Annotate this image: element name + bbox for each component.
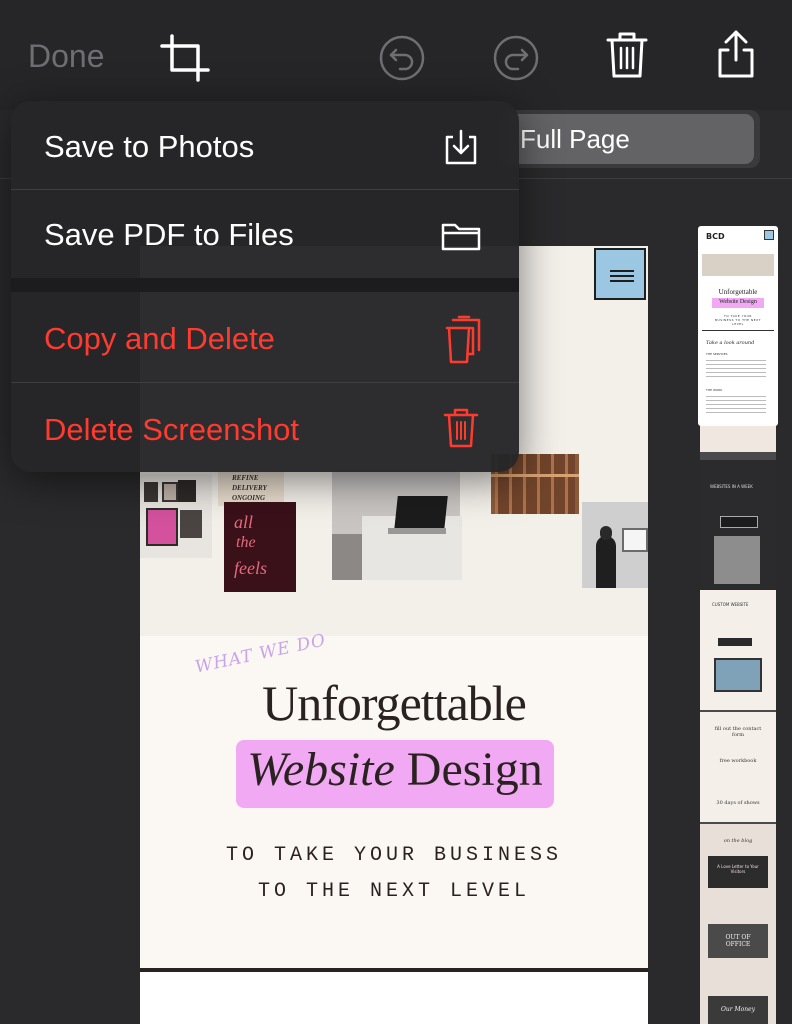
thumb-logo: BCD	[706, 232, 725, 241]
note-card-line-1: REFINE	[232, 474, 259, 482]
thumb-free: free workbook	[719, 758, 757, 764]
hamburger-menu-icon	[594, 248, 646, 300]
tagline-line-1: TO TAKE YOUR BUSINESS	[225, 844, 563, 867]
share-icon[interactable]	[714, 28, 758, 80]
note-card-photo: REFINE DELIVERY ONGOING	[218, 470, 284, 506]
trash-icon[interactable]	[604, 30, 650, 80]
thumb-post-3: Our Money	[720, 1006, 756, 1013]
thumb-websites-label: WEBSITES IN A WEEK	[710, 484, 753, 489]
thumb-headline: Unforgettable	[718, 288, 758, 296]
thumb-work: THE WORK	[706, 388, 723, 392]
current-thumbnail[interactable]: BCD Unforgettable Website Design TO TAKE…	[698, 226, 778, 426]
headline-design: Design	[406, 743, 543, 796]
headline-website-design: Website Design	[236, 742, 554, 797]
thumb-services: THE SERVICES	[706, 352, 728, 356]
neon-text-1: all	[234, 512, 254, 532]
neon-sign-photo: all the feels	[224, 502, 296, 592]
thumb-fill-out: fill out the contact form	[714, 726, 762, 738]
save-pdf-to-files-item[interactable]: Save PDF to Files	[11, 190, 519, 278]
thumb-post-1: A Love Letter to Your Visitors	[717, 864, 759, 874]
delete-screenshot-label: Delete Screenshot	[44, 412, 300, 447]
gallery-wall-photo	[140, 474, 212, 558]
thumb-tagline: TO TAKE YOUR BUSINESS TO THE NEXT LEVEL	[714, 314, 761, 326]
headline-unforgettable: Unforgettable	[262, 675, 527, 731]
copy-delete-icon	[445, 315, 481, 364]
thumb-days: 30 days of shows	[716, 800, 760, 806]
headline-website: Website	[247, 743, 395, 796]
redo-icon[interactable]	[492, 34, 540, 82]
copy-and-delete-label: Copy and Delete	[44, 321, 275, 356]
neon-text-2: the	[236, 534, 256, 551]
done-button[interactable]: Done	[28, 38, 105, 75]
thumb-headline-2: Website Design	[719, 299, 757, 305]
save-to-photos-item[interactable]: Save to Photos	[11, 101, 519, 189]
what-we-do-kicker: WHAT WE DO	[193, 630, 328, 678]
thumb-blog: on the blog	[723, 838, 753, 844]
tagline-line-2: TO THE NEXT LEVEL	[257, 880, 531, 903]
folder-icon	[441, 223, 481, 251]
crop-icon[interactable]	[160, 34, 210, 82]
note-card-line-3: ONGOING	[232, 494, 266, 502]
thumb-post-2: OUT OF OFFICE	[725, 934, 751, 948]
next-section	[140, 972, 648, 1024]
thumb-custom-label: CUSTOM WEBSITE	[712, 602, 749, 607]
save-to-photos-label: Save to Photos	[44, 129, 255, 164]
portrait-photo	[582, 502, 648, 588]
note-card-line-2: DELIVERY	[232, 484, 267, 492]
menu-group-gap	[11, 278, 519, 292]
neon-text-3: feels	[234, 558, 267, 578]
delete-screenshot-item[interactable]: Delete Screenshot	[11, 383, 519, 472]
copy-and-delete-item[interactable]: Copy and Delete	[11, 292, 519, 382]
save-options-menu: Save to Photos Save PDF to Files Copy an…	[11, 101, 519, 472]
undo-icon[interactable]	[378, 34, 426, 82]
save-pdf-to-files-label: Save PDF to Files	[44, 217, 294, 252]
save-to-photos-icon	[445, 129, 477, 165]
laptop-photo	[332, 470, 462, 580]
trash-icon	[443, 408, 479, 448]
full-page-segment-label: Full Page	[520, 124, 630, 154]
thumb-section: Take a look around	[706, 340, 755, 346]
